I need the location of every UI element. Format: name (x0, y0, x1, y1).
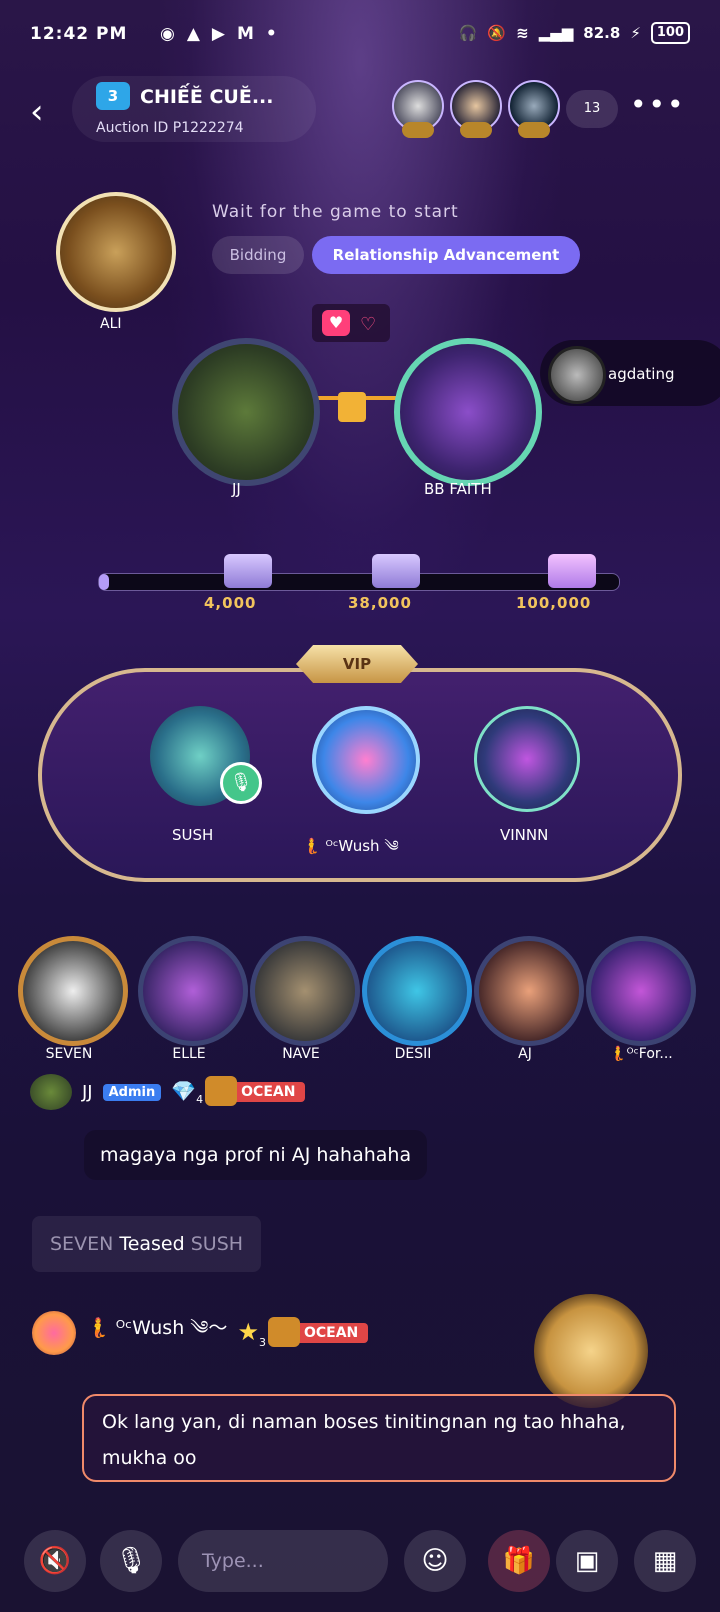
host-name: ALI (100, 316, 122, 332)
back-button[interactable]: ‹ (30, 92, 44, 132)
play-icon: ▶ (211, 24, 225, 44)
seat-avatar[interactable] (362, 936, 472, 1046)
gift-icon[interactable]: 🎁 (488, 1530, 550, 1592)
sender-avatar[interactable] (30, 1074, 72, 1110)
chat-message[interactable]: Ok lang yan, di naman boses tinitingnan … (82, 1394, 676, 1482)
gem-level: 4 (196, 1092, 204, 1106)
club-name: OCEAN (241, 1084, 296, 1100)
seat-name: DESII (394, 1046, 432, 1062)
vip-seat-avatar[interactable] (474, 706, 580, 812)
chat-sender-row: 🧜 ᴼᶜWush ༄〜 ★3 OCEAN (32, 1306, 369, 1360)
seat-avatar[interactable] (250, 936, 360, 1046)
seat-name: ELLE (172, 1046, 206, 1062)
room-name: CHIẾĔ CUĔ... (140, 86, 274, 108)
emoji-icon[interactable]: ☺ (404, 1530, 466, 1592)
star-level: 3 (258, 1335, 266, 1349)
club-badge: OCEAN (267, 1317, 369, 1347)
system-action: Teased (119, 1233, 185, 1255)
sender-name[interactable]: JJ (82, 1082, 93, 1103)
status-time: 12:42 PM (30, 24, 128, 44)
sender-avatar[interactable] (32, 1311, 76, 1355)
status-bar: 12:42 PM ◉ ▲ ▶ M • 🎧 🔕 ≋ ▂▄▆ 82.8 ⚡ 100 (30, 22, 690, 52)
seat-name: SEVEN (45, 1046, 93, 1062)
network-speed: 82.8 (583, 24, 621, 42)
chat-message[interactable]: magaya nga prof ni AJ hahahaha (84, 1130, 428, 1180)
mail-icon: M (237, 24, 254, 44)
vip-seat-avatar[interactable] (312, 706, 420, 814)
warning-icon: ▲ (186, 24, 200, 44)
status-right: 🎧 🔕 ≋ ▂▄▆ 82.8 ⚡ 100 (459, 22, 690, 44)
club-emblem-icon (267, 1317, 300, 1347)
auction-id: Auction ID P1222274 (96, 120, 244, 136)
headphones-icon: 🎧 (458, 24, 478, 42)
battery-icon: 100 (650, 22, 690, 44)
camera-icon[interactable]: ▣ (556, 1530, 618, 1592)
club-emblem-icon (205, 1076, 238, 1106)
vip-seat-name: VINNN (500, 826, 549, 844)
dot-icon: • (265, 24, 277, 44)
vip-seat-name: 🧜 ᴼᶜWush ༄ (302, 837, 399, 855)
couple-left-avatar[interactable] (172, 338, 320, 486)
external-user-avatar[interactable] (548, 346, 606, 404)
mute-icon: 🔕 (487, 24, 507, 42)
treasure-chest-icon[interactable] (224, 554, 272, 588)
mic-off-icon[interactable]: 🎙 (100, 1530, 162, 1592)
club-badge: OCEAN (205, 1076, 306, 1106)
seat-avatar[interactable] (18, 936, 128, 1046)
star-icon: ★3 (237, 1317, 266, 1349)
game-wait-message: Wait for the game to start (212, 202, 459, 222)
admin-badge: Admin (102, 1083, 162, 1101)
speaker-mute-icon[interactable]: 🔇 (24, 1530, 86, 1592)
online-count[interactable]: 13 (566, 90, 618, 128)
system-message: SEVEN Teased SUSH (32, 1216, 262, 1272)
milestone-value: 100,000 (516, 594, 592, 612)
external-user-name: agdating (608, 365, 675, 383)
chat-sender-row: JJ Admin 💎4 OCEAN (30, 1074, 306, 1110)
treasure-chest-icon[interactable] (548, 554, 596, 588)
viewer-avatar[interactable] (508, 80, 560, 138)
lotus-decoration-icon (534, 1294, 648, 1408)
progress-fill (99, 574, 110, 590)
more-options-icon[interactable]: ••• (630, 88, 686, 121)
seat-name: AJ (518, 1046, 532, 1062)
wifi-icon: ≋ (516, 24, 529, 42)
heart-outline-icon[interactable]: ♡ (360, 314, 376, 335)
vip-banner: VIP (296, 645, 418, 683)
seat-name: 🧜ᴼᶜFor... (609, 1046, 673, 1062)
couple-left-name: JJ (232, 480, 241, 498)
system-target: SUSH (190, 1233, 244, 1255)
diamond-icon: 💎4 (171, 1078, 204, 1106)
apps-grid-icon[interactable]: ▦ (634, 1530, 696, 1592)
viewer-avatar[interactable] (450, 80, 502, 138)
milestone-progress-bar (98, 573, 620, 591)
seat-name: NAVE (282, 1046, 320, 1062)
seat-avatar[interactable] (586, 936, 696, 1046)
mic-muted-icon: 🎙 (220, 762, 262, 804)
charging-icon: ⚡ (630, 24, 641, 42)
bottom-toolbar: 🔇 🎙 Type... ☺ 🎁 ▣ ▦ (0, 1530, 720, 1602)
couple-right-avatar[interactable] (394, 338, 542, 486)
tab-relationship-advancement[interactable]: Relationship Advancement (312, 236, 580, 274)
viewer-avatar[interactable] (392, 80, 444, 138)
couple-right-name: BB FAITH (424, 480, 492, 498)
vip-seat-name: SUSH (172, 826, 214, 844)
chat-input[interactable]: Type... (178, 1530, 388, 1592)
milestone-value: 38,000 (348, 594, 412, 612)
seat-avatar[interactable] (474, 936, 584, 1046)
top-viewers (392, 80, 560, 138)
notification-icons: ◉ ▲ ▶ M • (160, 24, 277, 44)
room-level-badge: 3 (96, 82, 130, 110)
heart-icon[interactable]: ♥ (322, 310, 350, 336)
app-notification-icon: ◉ (160, 24, 175, 44)
milestone-value: 4,000 (204, 594, 257, 612)
tab-bidding[interactable]: Bidding (212, 236, 304, 274)
seat-avatar[interactable] (138, 936, 248, 1046)
club-name: OCEAN (303, 1325, 359, 1341)
sender-name[interactable]: 🧜 ᴼᶜWush ༄〜 (86, 1306, 227, 1360)
host-avatar[interactable] (56, 192, 176, 312)
system-actor: SEVEN (50, 1233, 114, 1255)
treasure-chest-icon[interactable] (372, 554, 420, 588)
relationship-badge-icon (338, 392, 366, 422)
signal-icon: ▂▄▆ (538, 24, 574, 42)
